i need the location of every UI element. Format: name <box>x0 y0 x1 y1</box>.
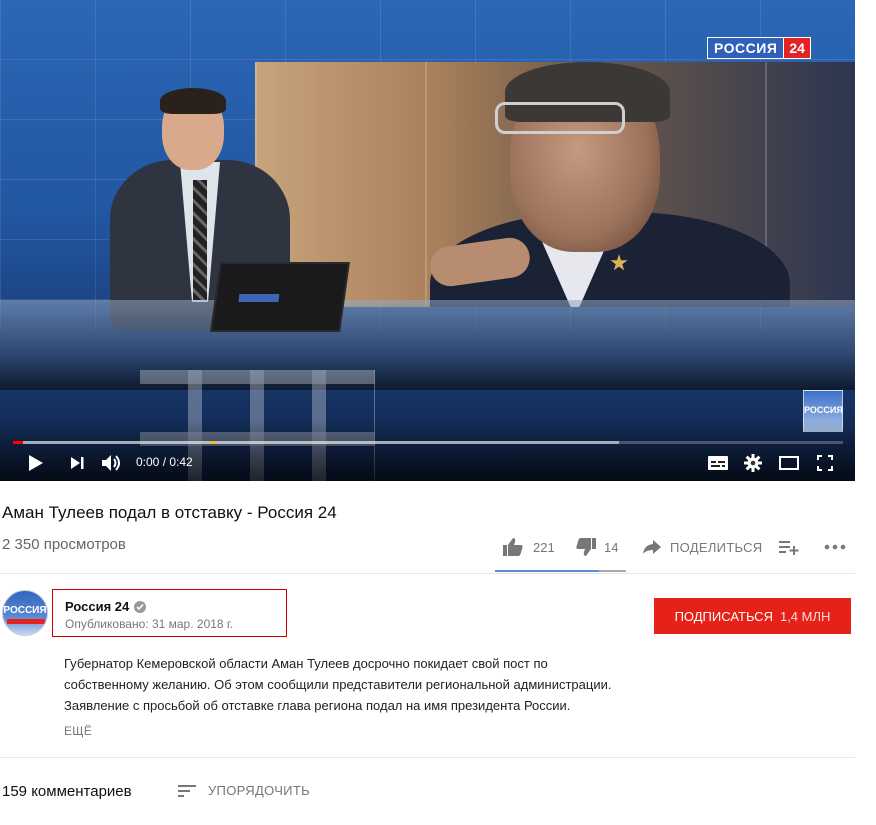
description-line: собственному желанию. Об этом сообщили п… <box>64 677 612 692</box>
more-horizontal-icon <box>824 544 846 550</box>
laptop <box>210 262 350 332</box>
channel-info-highlight: Россия 24 Опубликовано: 31 мар. 2018 г. <box>52 589 287 637</box>
video-title: Аман Тулеев подал в отставку - Россия 24 <box>2 503 337 522</box>
time-display: 0:00 / 0:42 <box>136 455 193 469</box>
add-to-playlist-button[interactable] <box>779 536 799 558</box>
volume-icon <box>102 455 120 471</box>
share-icon <box>643 540 661 554</box>
settings-icon <box>744 454 762 472</box>
ad-marker <box>211 441 216 444</box>
progress-bar[interactable] <box>13 441 843 444</box>
like-button[interactable]: 221 <box>503 536 555 558</box>
subtitles-button[interactable] <box>706 451 730 475</box>
thumbs-up-icon <box>503 538 523 556</box>
next-icon <box>71 457 84 469</box>
fullscreen-icon <box>817 455 833 471</box>
channel-watermark: РОССИЯ 24 <box>707 37 811 59</box>
like-ratio-bar <box>495 570 626 572</box>
channel-name-link[interactable]: Россия 24 <box>65 599 147 614</box>
progress-loaded <box>13 441 619 444</box>
subscriber-count: 1,4 МЛН <box>779 608 831 624</box>
dislike-button[interactable]: 14 <box>576 536 618 558</box>
description-line: Заявление с просьбой об отставке глава р… <box>64 698 571 713</box>
theater-mode-icon <box>779 456 799 470</box>
next-button[interactable] <box>65 451 89 475</box>
show-more-button[interactable]: ЕЩЁ <box>64 724 92 738</box>
divider <box>0 757 855 758</box>
share-button[interactable]: ПОДЕЛИТЬСЯ <box>643 536 762 558</box>
sort-icon <box>178 784 196 797</box>
progress-played <box>13 441 23 444</box>
fullscreen-button[interactable] <box>813 451 837 475</box>
theater-mode-button[interactable] <box>777 451 801 475</box>
add-to-playlist-icon <box>779 541 799 555</box>
view-count: 2 350 просмотров <box>2 536 126 553</box>
subtitles-icon <box>708 456 728 470</box>
channel-avatar[interactable]: РОССИЯ <box>2 590 48 636</box>
settings-button[interactable] <box>741 451 765 475</box>
divider <box>0 573 855 574</box>
verified-icon <box>134 600 147 613</box>
more-actions-button[interactable] <box>824 536 846 558</box>
video-description: Губернатор Кемеровской области Аман Туле… <box>64 653 704 716</box>
share-label: ПОДЕЛИТЬСЯ <box>670 539 763 555</box>
channel-name[interactable]: Россия 24 <box>65 599 129 614</box>
news-desk <box>0 300 855 390</box>
volume-button[interactable] <box>100 451 124 475</box>
comments-count: 159 комментариев <box>2 783 132 800</box>
subscribe-button[interactable]: ПОДПИСАТЬСЯ 1,4 МЛН <box>654 598 851 634</box>
play-button[interactable] <box>24 451 48 475</box>
video-player[interactable]: РОССИЯ 24 РОССИЯ 0:00 / 0:42 <box>0 0 855 481</box>
publish-date: Опубликовано: 31 мар. 2018 г. <box>65 617 234 631</box>
play-icon <box>29 455 43 471</box>
subscribe-label: ПОДПИСАТЬСЯ <box>674 608 773 624</box>
like-count: 221 <box>533 539 555 555</box>
dislike-count: 14 <box>604 539 619 555</box>
description-line: Губернатор Кемеровской области Аман Туле… <box>64 656 548 671</box>
thumbs-down-icon <box>576 538 596 556</box>
sort-comments-button[interactable]: УПОРЯДОЧИТЬ <box>178 783 310 798</box>
sort-label: УПОРЯДОЧИТЬ <box>208 783 310 798</box>
